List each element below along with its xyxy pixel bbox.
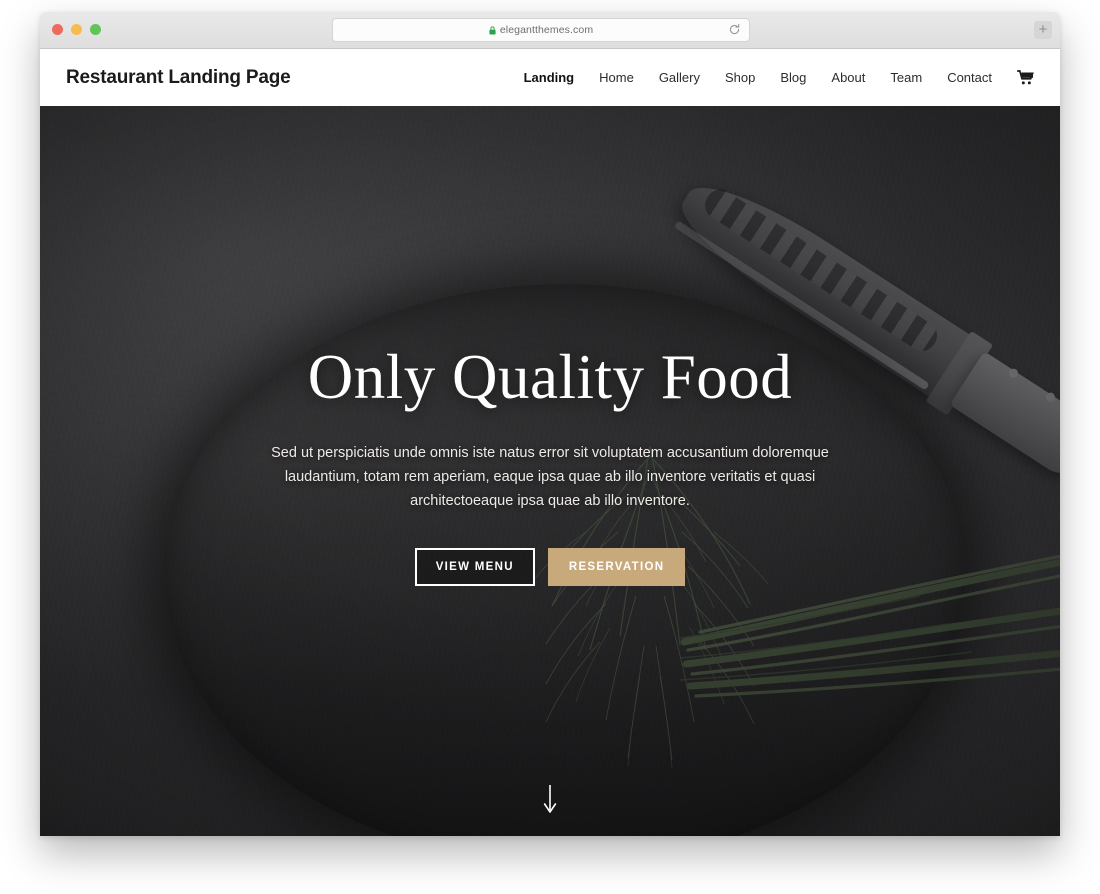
reload-icon[interactable] — [728, 23, 741, 36]
nav-item-about[interactable]: About — [831, 70, 865, 85]
new-tab-button[interactable]: + — [1034, 21, 1052, 39]
shopping-cart-icon[interactable] — [1017, 70, 1034, 85]
nav-item-home[interactable]: Home — [599, 70, 634, 85]
view-menu-button[interactable]: VIEW MENU — [414, 548, 535, 587]
maximize-window-button[interactable] — [90, 24, 101, 35]
reservation-button[interactable]: RESERVATION — [547, 548, 686, 587]
hero-subtitle: Sed ut perspiciatis unde omnis iste natu… — [271, 445, 829, 510]
traffic-lights — [52, 24, 101, 35]
hero-content: Only Quality Food Sed ut perspiciatis un… — [40, 342, 1060, 587]
nav-item-contact[interactable]: Contact — [947, 70, 992, 85]
address-bar-content: elegantthemes.com — [489, 24, 593, 36]
hero-title: Only Quality Food — [307, 342, 793, 412]
url-text: elegantthemes.com — [499, 24, 594, 36]
close-window-button[interactable] — [52, 24, 63, 35]
nav-item-blog[interactable]: Blog — [780, 70, 806, 85]
arrow-down-icon[interactable] — [542, 785, 558, 815]
browser-window: elegantthemes.com + Restaurant Landing P… — [40, 12, 1060, 836]
hero-section: Only Quality Food Sed ut perspiciatis un… — [40, 106, 1060, 836]
nav-item-landing[interactable]: Landing — [524, 70, 575, 85]
minimize-window-button[interactable] — [71, 24, 82, 35]
browser-chrome: elegantthemes.com + — [40, 12, 1060, 49]
nav-item-gallery[interactable]: Gallery — [659, 70, 700, 85]
site-header: Restaurant Landing Page Landing Home Gal… — [40, 49, 1060, 106]
main-navigation: Landing Home Gallery Shop Blog About Tea… — [524, 70, 1034, 85]
nav-item-shop[interactable]: Shop — [725, 70, 755, 85]
site-logo[interactable]: Restaurant Landing Page — [66, 67, 291, 89]
hero-buttons: VIEW MENU RESERVATION — [40, 548, 1060, 587]
nav-item-team[interactable]: Team — [890, 70, 922, 85]
address-bar[interactable]: elegantthemes.com — [332, 18, 750, 42]
lock-icon — [489, 25, 496, 35]
